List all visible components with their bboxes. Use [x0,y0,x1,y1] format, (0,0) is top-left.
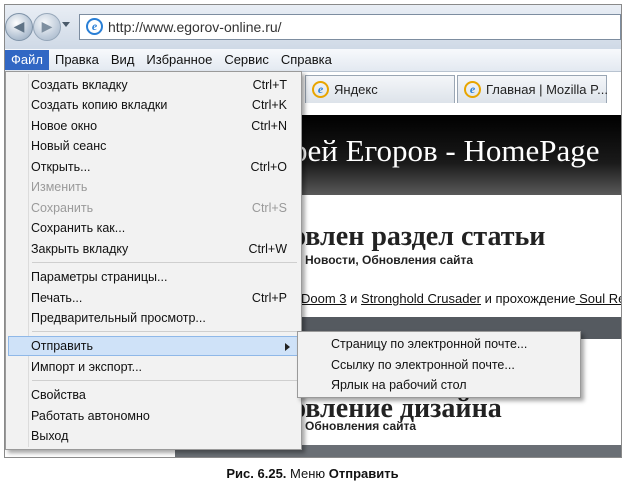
menu-edit[interactable]: Правка [49,50,105,70]
news-links: Doom 3 и Stronghold Crusader и прохожден… [301,291,621,306]
menu-item-shortcut: Ctrl+N [251,119,287,133]
forward-arrow-icon: ▶ [41,19,53,35]
menu-view[interactable]: Вид [105,50,141,70]
back-arrow-icon: ◀ [13,19,25,35]
menu-item-shortcut: Ctrl+O [250,160,287,174]
menu-item-work-offline[interactable]: Работать автономно [8,406,299,426]
menu-item-print-preview[interactable]: Предварительный просмотр... [8,308,299,328]
menu-item-new-session[interactable]: Новый сеанс [8,136,299,156]
menu-item-label: Предварительный просмотр... [31,311,206,325]
address-bar-area: ◀ ▶ e http://www.egorov-online.ru/ [5,5,621,49]
ie-tab-icon: e [312,81,329,98]
menu-item-new-window[interactable]: Новое окно Ctrl+N [8,116,299,136]
menu-item-shortcut: Ctrl+K [251,98,287,112]
ie-page-icon: e [86,18,103,35]
menu-item-send[interactable]: Отправить [8,336,299,356]
history-dropdown-icon[interactable] [62,22,70,27]
menu-item-label: Новое окно [31,119,98,133]
tab-strip: e Яндекс e Главная | Mozilla P... [301,75,621,103]
menu-item-exit[interactable]: Выход [8,426,299,446]
link-stronghold[interactable]: Stronghold Crusader [361,291,481,306]
menu-item-send-link-email[interactable]: Ссылку по электронной почте... [300,355,578,375]
ie-tab-icon: e [464,81,481,98]
back-button[interactable]: ◀ [5,13,33,41]
menu-file[interactable]: Файл [5,50,49,70]
send-submenu: Страницу по электронной почте... Ссылку … [297,331,581,398]
tab-label: Яндекс [334,82,378,97]
caption-figure-number: Рис. 6.25. [226,466,287,481]
menu-item-shortcut: Ctrl+P [251,291,287,305]
menu-item-label: Открыть... [31,160,91,174]
menu-item-close-tab[interactable]: Закрыть вкладку Ctrl+W [8,239,299,259]
menubar: Файл Правка Вид Избранное Сервис Справка [5,49,621,72]
file-menu: Создать вкладку Ctrl+T Создать копию вкла… [5,71,302,450]
menu-item-label: Сохранить как... [31,221,126,235]
menu-item-shortcut: Ctrl+W [248,242,287,256]
menu-item-label: Ссылку по электронной почте... [331,358,515,372]
menu-item-label: Отправить [31,339,93,353]
browser-screenshot: ◀ ▶ e http://www.egorov-online.ru/ Файл … [4,4,622,458]
menu-item-label: Страницу по электронной почте... [331,337,528,351]
menu-help[interactable]: Справка [275,50,338,70]
caption-menu-name: Отправить [328,466,399,481]
banner-title: рей Егоров - HomePage [292,133,600,168]
news-headline: овлен раздел статьи [292,221,546,252]
menu-item-send-page-email[interactable]: Страницу по электронной почте... [300,334,578,354]
tab-label: Главная | Mozilla P... [486,82,608,97]
menu-item-label: Печать... [31,291,83,305]
menu-separator [32,380,297,381]
address-field[interactable]: e http://www.egorov-online.ru/ [79,14,621,40]
menu-item-label: Сохранить [31,201,94,215]
menu-tools[interactable]: Сервис [218,50,275,70]
menu-item-open[interactable]: Открыть... Ctrl+O [8,157,299,177]
tab-mozilla[interactable]: e Главная | Mozilla P... [457,75,608,103]
link-soul-reaver[interactable]: Soul Rea [575,291,621,306]
links-text: и прохождение [481,291,576,306]
menu-item-label: Изменить [31,180,88,194]
menu-favorites[interactable]: Избранное [140,50,218,70]
design-category: Обновления сайта [305,419,417,433]
menu-item-desktop-shortcut[interactable]: Ярлык на рабочий стол [300,375,578,395]
menu-item-label: Ярлык на рабочий стол [331,378,467,392]
forward-button[interactable]: ▶ [33,13,61,41]
menu-item-new-tab[interactable]: Создать вкладку Ctrl+T [8,75,299,95]
menu-item-label: Выход [31,429,69,443]
figure-caption: Рис. 6.25. Меню Отправить [0,466,625,481]
menu-item-save-as[interactable]: Сохранить как... [8,218,299,238]
menu-item-label: Параметры страницы... [31,270,168,284]
menu-item-edit: Изменить [8,177,299,197]
menu-item-properties[interactable]: Свойства [8,385,299,405]
menu-item-shortcut: Ctrl+T [252,78,287,92]
url-text: http://www.egorov-online.ru/ [108,19,282,35]
menu-separator [32,262,297,263]
menu-item-label: Работать автономно [31,409,150,423]
news-category: Новости, Обновления сайта [305,253,474,267]
menu-separator [32,331,297,332]
menu-item-label: Создать вкладку [31,78,128,92]
menu-item-duplicate-tab[interactable]: Создать копию вкладки Ctrl+K [8,95,299,115]
menu-item-save: Сохранить Ctrl+S [8,198,299,218]
menu-item-shortcut: Ctrl+S [251,201,287,215]
menu-item-label: Новый сеанс [31,139,107,153]
menu-item-label: Создать копию вкладки [31,98,168,112]
links-text: и [346,291,362,306]
link-doom3[interactable]: Doom 3 [301,291,347,306]
menu-item-print[interactable]: Печать... Ctrl+P [8,288,299,308]
caption-text: Меню [286,466,329,481]
menu-item-page-setup[interactable]: Параметры страницы... [8,267,299,287]
menu-item-label: Импорт и экспорт... [31,360,143,374]
submenu-arrow-icon [285,343,290,351]
menu-item-label: Закрыть вкладку [31,242,129,256]
tab-yandex[interactable]: e Яндекс [305,75,455,103]
menu-item-label: Свойства [31,388,86,402]
menu-item-import-export[interactable]: Импорт и экспорт... [8,357,299,377]
